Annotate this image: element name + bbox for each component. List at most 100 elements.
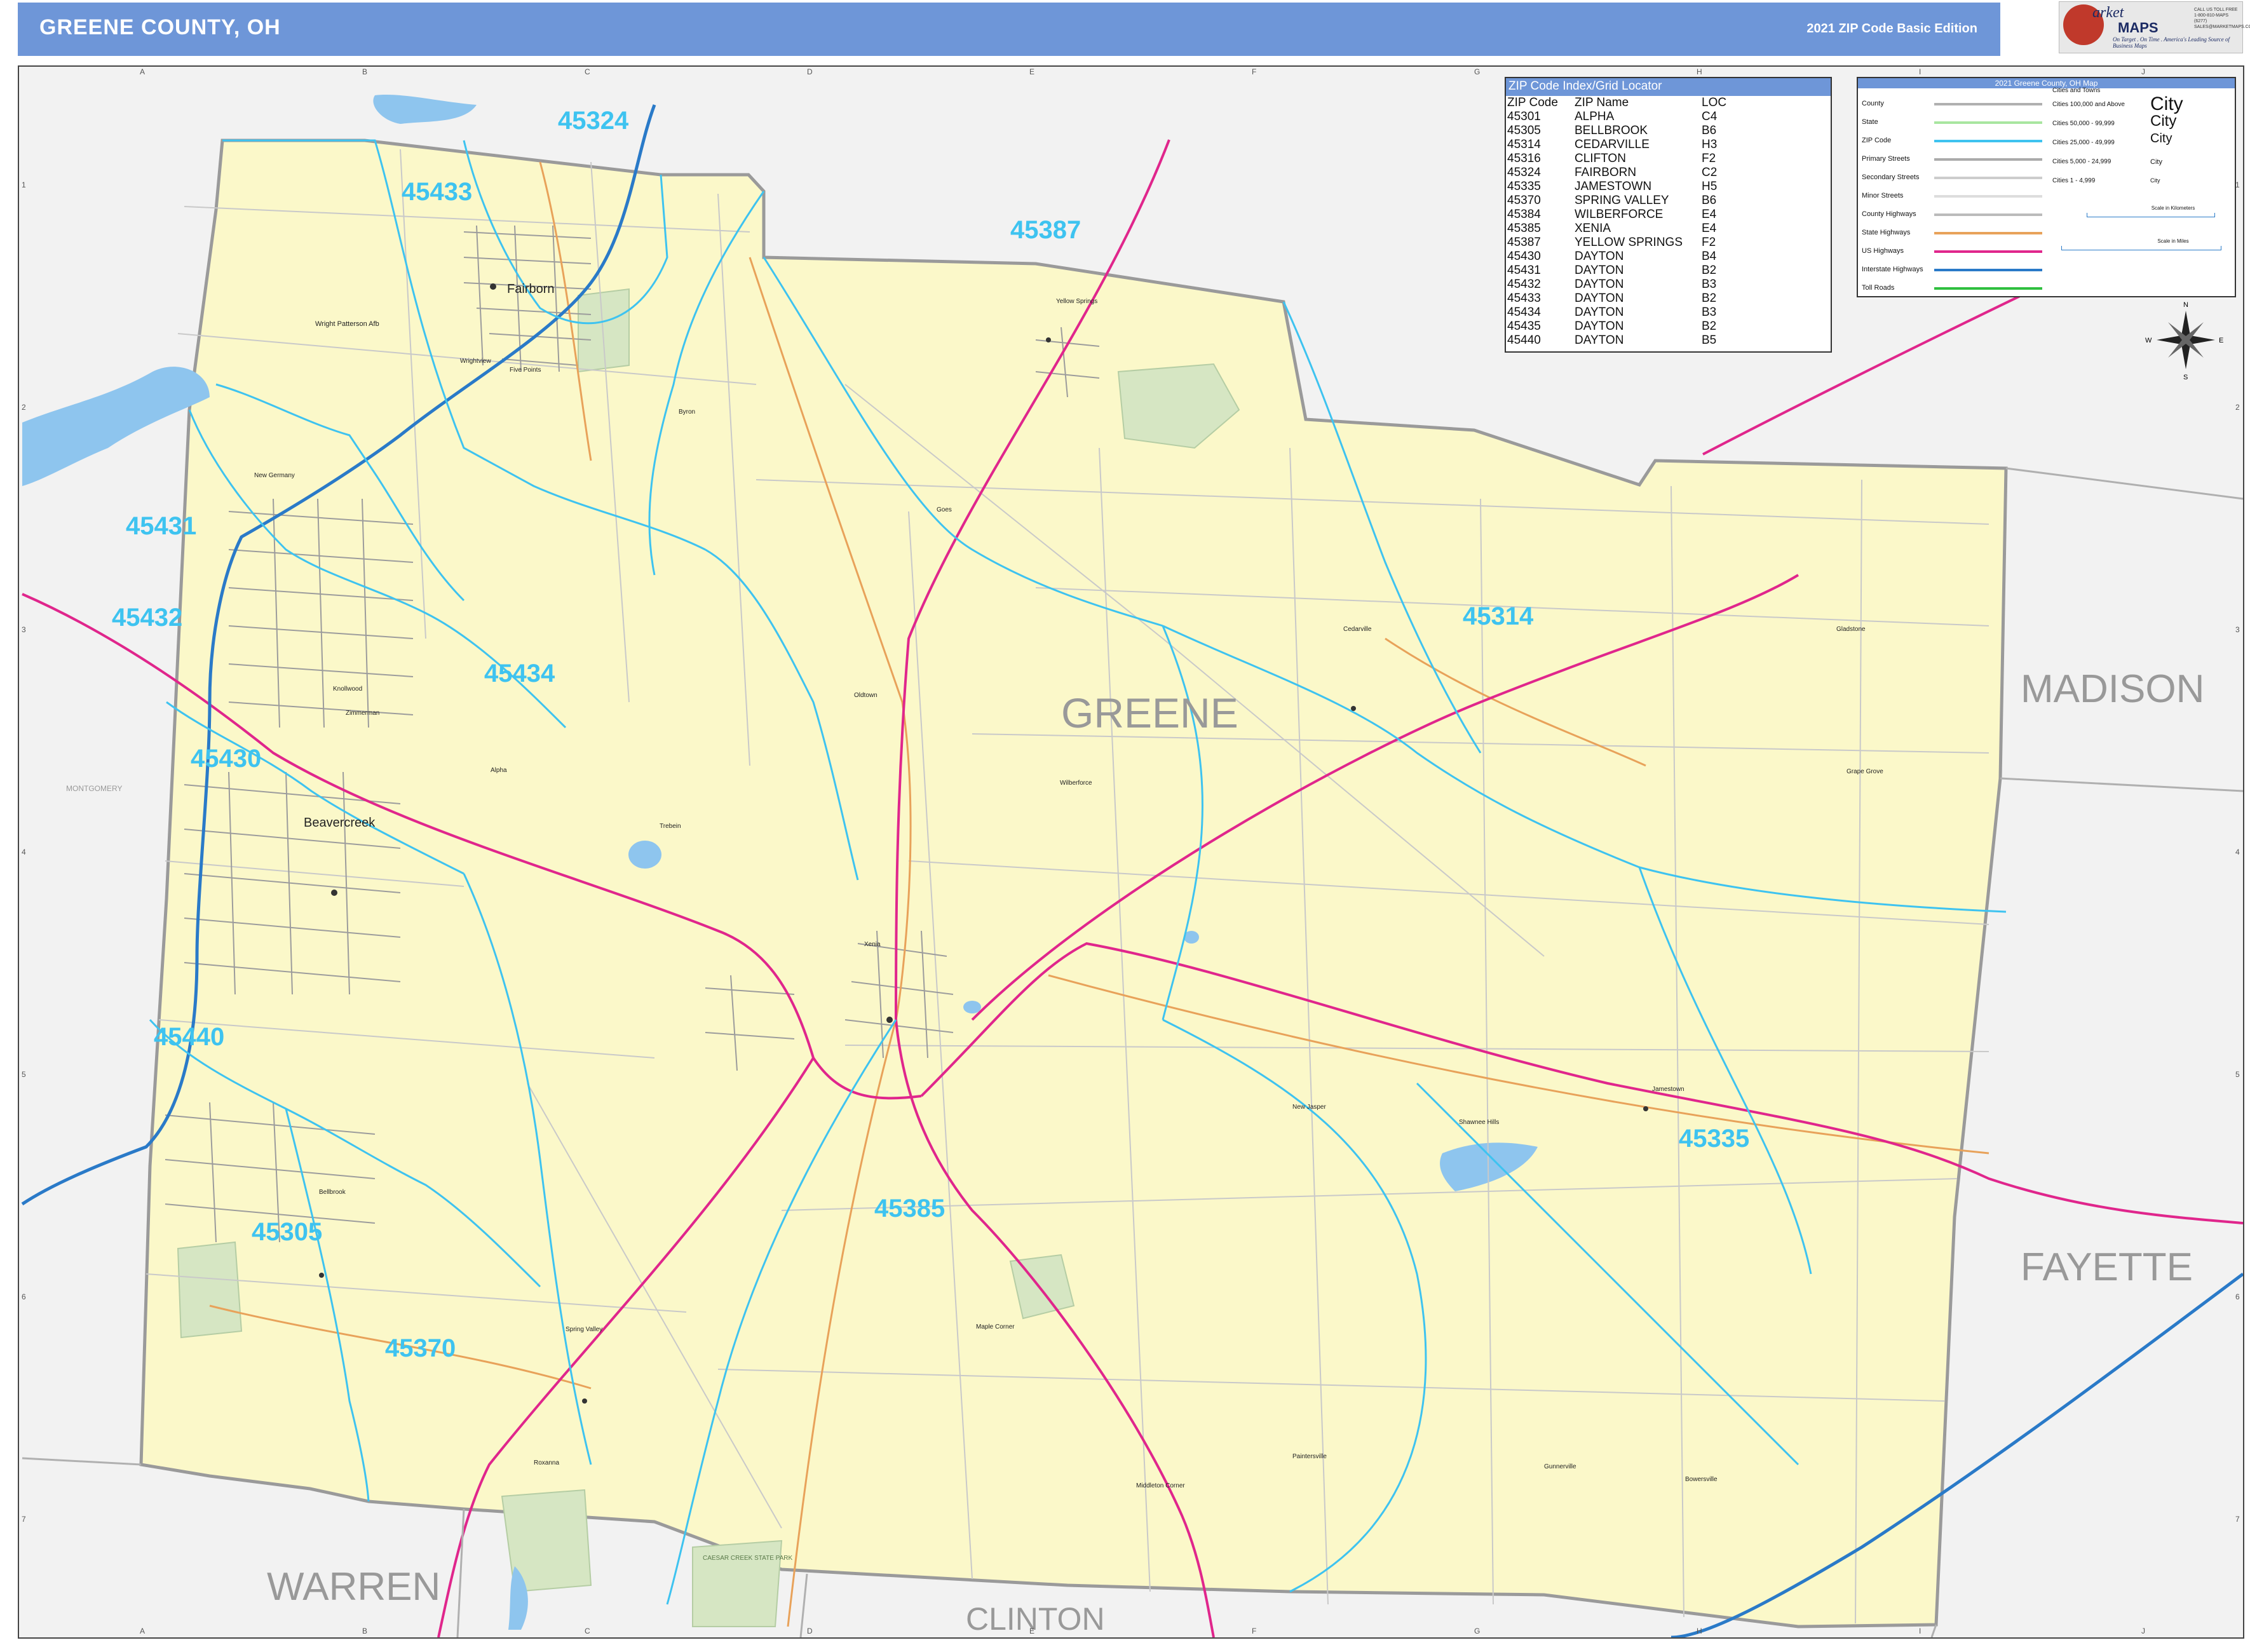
zip-index-cell-loc: F2 [1702,236,1716,249]
greene-county-area [139,139,2008,1628]
grid-column-label: F [1252,1627,1256,1635]
zip-index-cell-name: DAYTON [1575,292,1624,305]
legend-title: 2021 Greene County, OH Map [1858,78,2235,88]
page-title: GREENE COUNTY, OH [39,15,281,39]
zip-index-cell-loc: B2 [1702,320,1717,333]
legend-item-swatch [1934,177,2042,179]
legend-item-swatch [1934,140,2042,142]
zip-index-row: 45305 BELLBROOK B6 [1507,124,1740,138]
grid-row-label: 3 [22,625,26,634]
grid-row-label: 4 [22,848,26,856]
zip-label-45305: 45305 [252,1218,322,1246]
place-oldtown: Oldtown [854,692,878,699]
place-byron: Byron [679,409,695,416]
zip-index-row: 45314 CEDARVILLE H3 [1507,138,1740,152]
zip-index-cell-name: ALPHA [1575,110,1615,123]
zip-label-45370: 45370 [385,1334,456,1362]
scale-bar-km [2087,213,2215,217]
zip-code-index: ZIP Code Index/Grid Locator ZIP Code ZIP… [1505,77,1832,353]
zip-index-cell-zip: 45387 [1507,236,1541,249]
edition-label: 2021 ZIP Code Basic Edition [1806,22,1977,36]
zip-index-cell-loc: B4 [1702,250,1717,263]
zip-label-45314: 45314 [1463,602,1534,630]
legend-city-sample: City [2150,93,2183,114]
zip-index-row: 45387 YELLOW SPRINGS F2 [1507,236,1740,250]
legend-item-label: County [1862,100,1884,107]
place-shawnee-hills: Shawnee Hills [1459,1119,1499,1126]
logo-tagline: On Target . On Time . America's Leading … [2113,36,2230,49]
zip-index-cell-name: DAYTON [1575,278,1624,291]
scale-bar-mi [2061,246,2221,250]
grid-row-label: 4 [2235,848,2240,856]
zip-index-cell-name: DAYTON [1575,264,1624,277]
zip-index-cell-name: SPRING VALLEY [1575,194,1669,207]
legend-city-class: Cities 50,000 - 99,999 [2052,120,2115,127]
place-goes: Goes [937,506,952,513]
legend-city-sample: City [2150,158,2162,166]
grid-row-label: 7 [22,1515,26,1524]
zip-index-row: 45335 JAMESTOWN H5 [1507,180,1740,194]
zip-index-cell-loc: H5 [1702,180,1718,193]
grid-column-label: G [1474,1627,1480,1635]
map-legend: 2021 Greene County, OH Map County State ZI… [1857,77,2236,297]
compass-n: N [2183,301,2188,309]
place-bowersville: Bowersville [1685,1476,1718,1483]
place-paintersville: Paintersville [1292,1453,1327,1460]
legend-item-swatch [1934,232,2042,234]
place-alpha: Alpha [491,767,507,774]
legend-city-class: Cities 100,000 and Above [2052,101,2125,108]
zip-index-cell-zip: 45434 [1507,306,1541,319]
legend-item-swatch [1934,195,2042,198]
zip-index-cell-name: DAYTON [1575,320,1624,333]
place-five-points: Five Points [510,367,541,374]
zip-index-cell-loc: E4 [1702,222,1717,235]
zip-index-header-row: ZIP Code ZIP Name LOC [1507,96,1740,110]
zip-index-col-loc: LOC [1702,96,1727,109]
zip-index-title: ZIP Code Index/Grid Locator [1506,78,1831,96]
zip-index-cell-zip: 45305 [1507,124,1541,137]
legend-item-swatch [1934,269,2042,271]
zip-index-cell-name: WILBERFORCE [1575,208,1664,221]
market-maps-logo: arket MAPS On Target . On Time . America… [2059,1,2250,53]
grid-column-label: E [1029,1627,1034,1635]
zip-label-45440: 45440 [154,1023,224,1051]
compass-w: W [2145,337,2152,344]
grid-column-label: H [1697,67,1702,76]
zip-index-cell-loc: B5 [1702,334,1717,347]
legend-item-label: State [1862,118,1878,126]
zip-label-45430: 45430 [191,745,261,773]
place-middleton-corner: Middleton Corner [1136,1482,1185,1489]
place-spring-valley: Spring Valley [566,1326,602,1333]
grid-column-label: J [2141,1627,2145,1635]
compass-e: E [2219,337,2223,344]
zip-index-row: 45316 CLIFTON F2 [1507,152,1740,166]
zip-index-cell-loc: B2 [1702,264,1717,277]
legend-city-sample: City [2150,132,2172,146]
map-frame[interactable]: GREENE MADISON FAYETTE WARREN CLINTON MO… [18,65,2244,1639]
place-fairborn: Fairborn [507,282,554,296]
zip-index-cell-zip: 45324 [1507,166,1541,179]
grid-row-label: 2 [2235,403,2240,412]
place-wrightview: Wrightview [460,358,491,365]
map-canvas[interactable]: GREENE MADISON FAYETTE WARREN CLINTON MO… [19,67,2243,1637]
grid-row-label: 2 [22,403,26,412]
legend-scale-mi: Scale in Miles [2157,238,2189,244]
county-name-clinton: CLINTON [966,1601,1105,1637]
zip-index-cell-name: CEDARVILLE [1575,138,1650,151]
grid-row-label: 7 [2235,1515,2240,1524]
zip-label-45324: 45324 [558,107,629,135]
legend-city-sample: City [2150,177,2160,184]
place-jamestown: Jamestown [1652,1086,1684,1093]
zip-index-cell-name: DAYTON [1575,334,1624,347]
grid-column-label: I [1919,67,1921,76]
compass-s: S [2183,374,2188,381]
zip-label-45433: 45433 [402,178,472,206]
zip-index-cell-loc: B6 [1702,124,1717,137]
grid-column-label: E [1029,67,1034,76]
zip-index-col-zip: ZIP Code [1507,96,1558,109]
grid-column-label: F [1252,67,1256,76]
legend-item-swatch [1934,103,2042,105]
grid-column-label: C [585,1627,590,1635]
place-xenia: Xenia [864,941,881,948]
grid-column-label: A [140,67,145,76]
